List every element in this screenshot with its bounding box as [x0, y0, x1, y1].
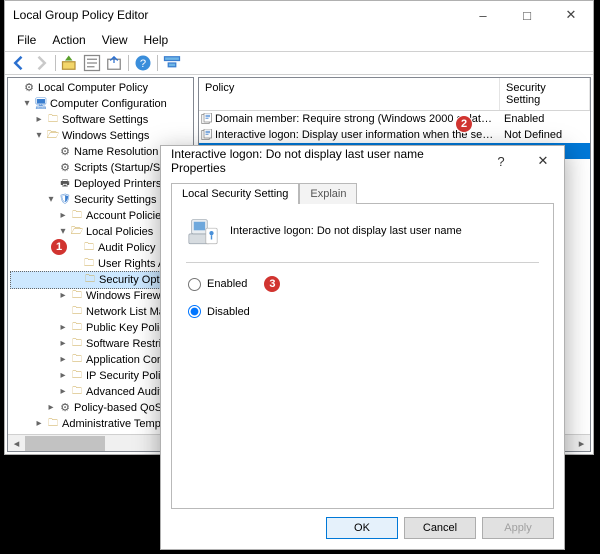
export-button[interactable] [104, 54, 124, 72]
folder-icon [70, 386, 84, 398]
minimize-button[interactable]: – [461, 1, 505, 29]
folder-icon [46, 114, 60, 126]
ok-button[interactable]: OK [326, 517, 398, 539]
radio-disabled[interactable] [188, 305, 201, 318]
tab-explain[interactable]: Explain [299, 183, 357, 204]
toolbar: ? [5, 51, 593, 75]
folder-icon [82, 242, 96, 254]
menu-view[interactable]: View [96, 31, 134, 49]
policy-row-icon [199, 129, 215, 141]
maximize-button[interactable]: □ [505, 1, 549, 29]
folder-icon [70, 338, 84, 350]
policy-icon [58, 146, 72, 158]
menu-help[interactable]: Help [138, 31, 175, 49]
folder-icon [70, 210, 84, 222]
tree-software-settings[interactable]: ▸Software Settings [10, 112, 193, 128]
radio-disabled-row[interactable]: Disabled [188, 305, 539, 318]
folder-icon [82, 258, 96, 270]
folder-icon [46, 418, 60, 430]
policy-icon [58, 402, 72, 414]
radio-enabled-row[interactable]: Enabled 3 [188, 275, 539, 293]
policy-row[interactable]: Domain member: Require strong (Windows 2… [199, 111, 590, 127]
dialog-policy-name: Interactive logon: Do not display last u… [230, 225, 462, 237]
tab-panel: Interactive logon: Do not display last u… [171, 203, 554, 509]
policy-row[interactable]: Interactive logon: Display user informat… [199, 127, 590, 143]
tree-windows-settings[interactable]: ▾Windows Settings [10, 128, 193, 144]
folder-icon [70, 322, 84, 334]
computer-icon [34, 98, 48, 110]
svg-text:?: ? [140, 58, 146, 70]
back-button[interactable] [9, 54, 29, 72]
list-header[interactable]: Policy Security Setting [199, 78, 590, 111]
folder-icon [70, 370, 84, 382]
close-button[interactable]: ✕ [549, 1, 593, 29]
col-setting[interactable]: Security Setting [500, 78, 590, 110]
dialog-button-bar: OK Cancel Apply [161, 509, 564, 549]
menu-file[interactable]: File [11, 31, 42, 49]
up-button[interactable] [60, 54, 80, 72]
radio-disabled-label: Disabled [207, 306, 250, 318]
radio-enabled[interactable] [188, 278, 201, 291]
shield-icon [58, 194, 72, 206]
policy-icon [58, 162, 72, 174]
policy-row-icon [199, 113, 215, 125]
callout-badge-1: 1 [50, 238, 68, 256]
policy-properties-dialog: Interactive logon: Do not display last u… [160, 145, 565, 550]
scroll-right-icon[interactable]: ▸ [573, 435, 590, 452]
help-button[interactable]: ? [133, 54, 153, 72]
policy-icon [22, 82, 36, 94]
col-policy[interactable]: Policy [199, 78, 500, 110]
window-title: Local Group Policy Editor [13, 8, 461, 22]
tree-root[interactable]: Local Computer Policy [10, 80, 193, 96]
tab-local-security-setting[interactable]: Local Security Setting [171, 183, 299, 204]
dialog-title: Interactive logon: Do not display last u… [171, 147, 480, 175]
menubar: File Action View Help [5, 29, 593, 51]
folder-icon [70, 306, 84, 318]
policy-row-setting: Not Defined [500, 129, 590, 141]
printer-icon [58, 178, 72, 190]
dialog-close-button[interactable]: ✕ [522, 153, 564, 169]
folder-open-icon [46, 130, 60, 142]
folder-icon [70, 354, 84, 366]
radio-enabled-label: Enabled [207, 278, 247, 290]
titlebar[interactable]: Local Group Policy Editor – □ ✕ [5, 1, 593, 29]
policy-row-setting: Enabled [500, 113, 590, 125]
filter-button[interactable] [162, 54, 182, 72]
dialog-tabstrip: Local Security Setting Explain [171, 182, 554, 203]
scroll-left-icon[interactable]: ◂ [8, 435, 25, 452]
folder-icon [70, 290, 84, 302]
properties-button[interactable] [82, 54, 102, 72]
callout-badge-2: 2 [455, 115, 473, 133]
forward-button[interactable] [31, 54, 51, 72]
folder-open-icon [70, 226, 84, 238]
policy-large-icon [186, 214, 220, 248]
dialog-titlebar[interactable]: Interactive logon: Do not display last u… [161, 146, 564, 176]
dialog-help-button[interactable]: ? [480, 154, 522, 169]
menu-action[interactable]: Action [46, 31, 91, 49]
tree-computer-config[interactable]: ▾Computer Configuration [10, 96, 193, 112]
cancel-button[interactable]: Cancel [404, 517, 476, 539]
callout-badge-3: 3 [263, 275, 281, 293]
apply-button[interactable]: Apply [482, 517, 554, 539]
folder-icon [83, 274, 97, 286]
